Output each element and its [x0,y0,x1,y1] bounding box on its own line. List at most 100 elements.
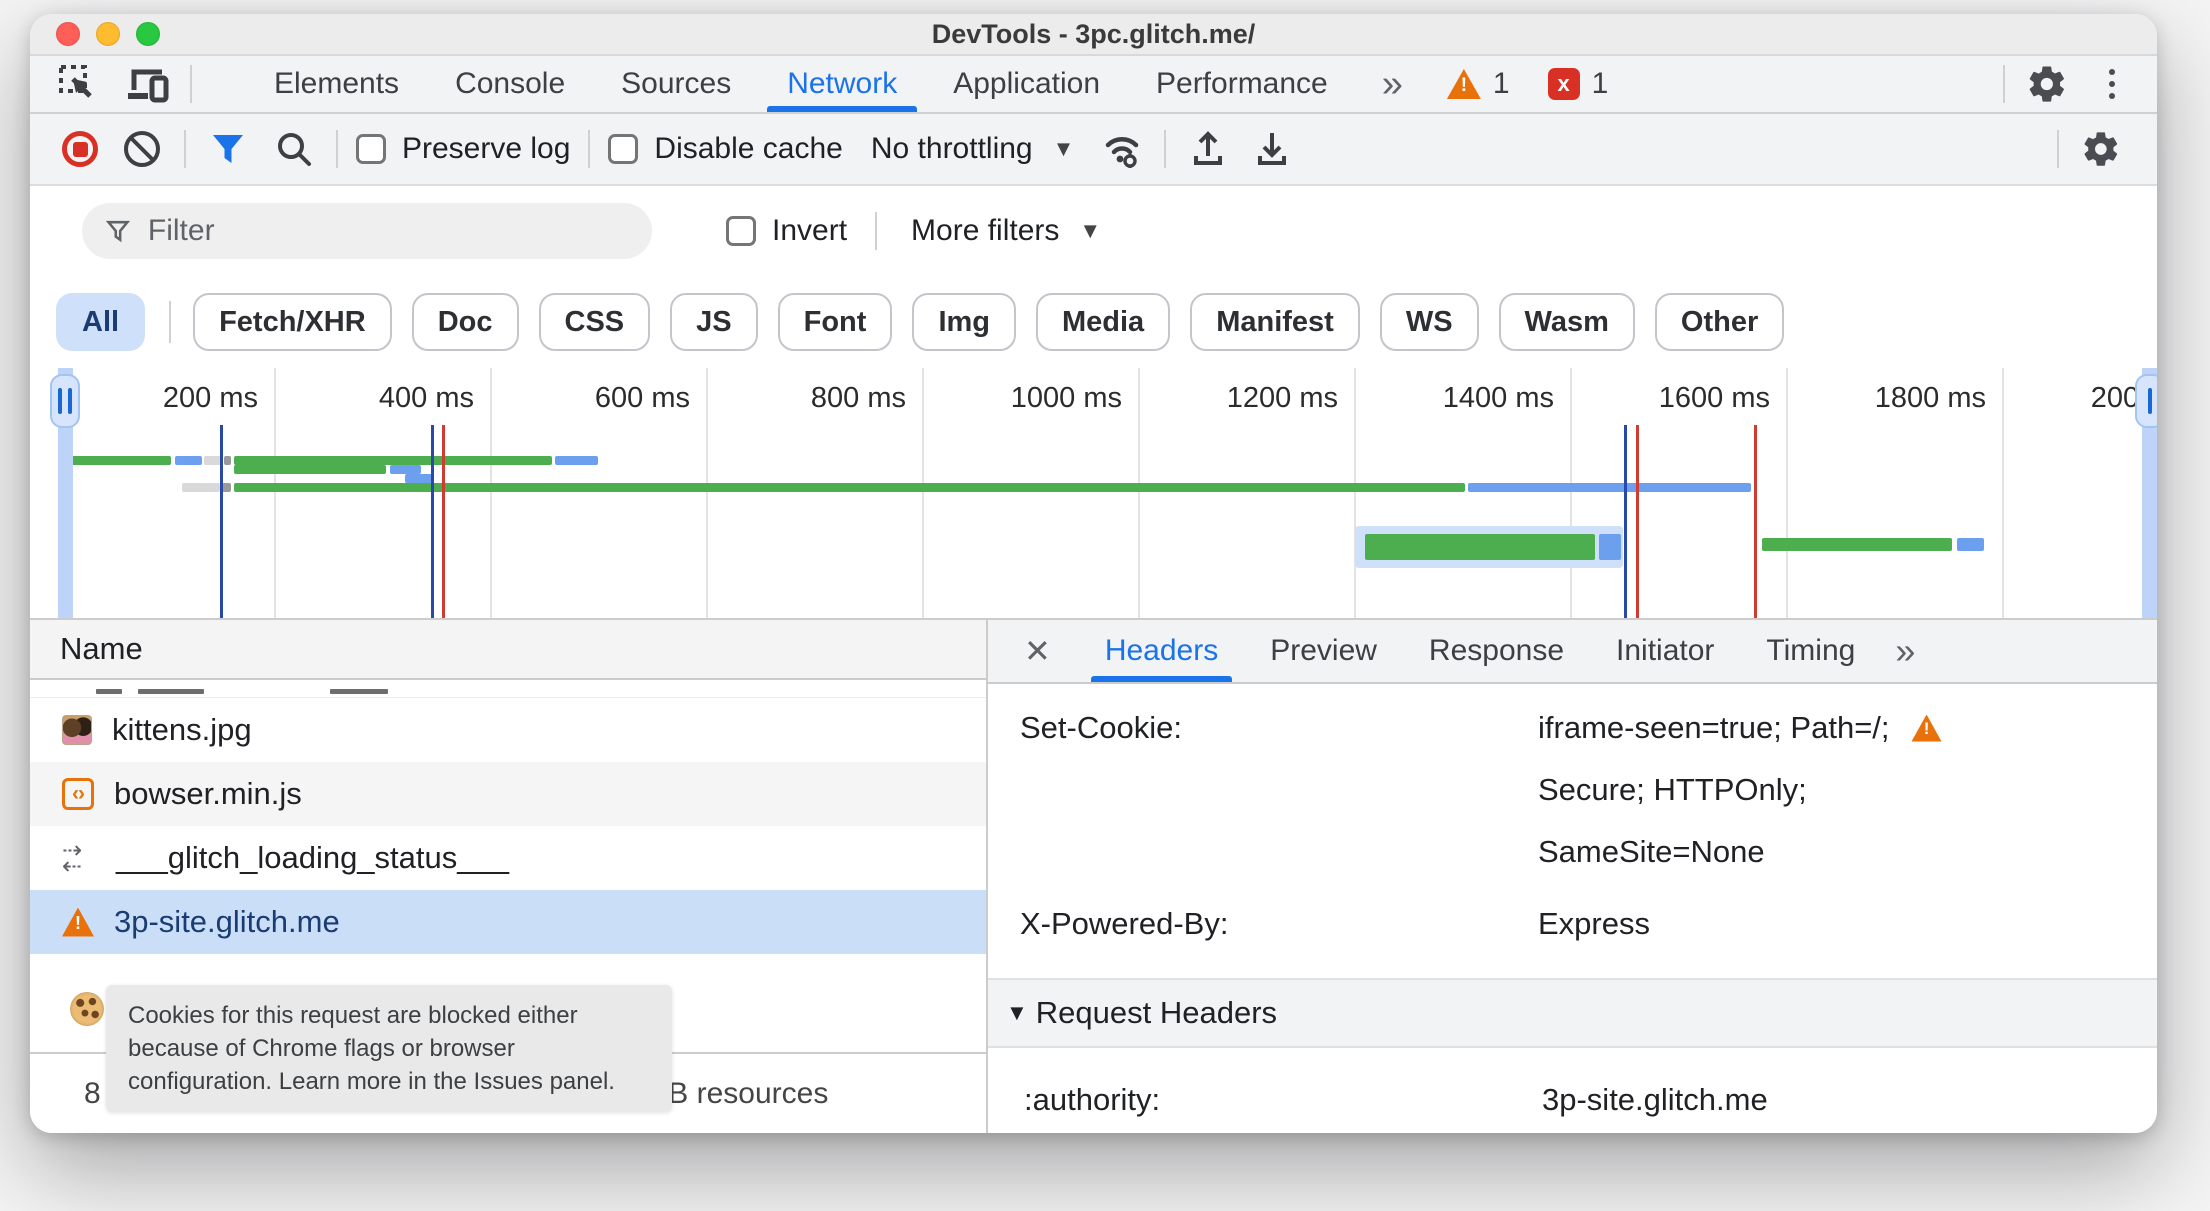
divider [169,301,172,343]
request-row-glitch-loading-status[interactable]: ⇢ ⇠ ___glitch_loading_status___ [30,826,986,890]
tab-performance[interactable]: Performance [1128,56,1356,112]
timeline-tick-label: 1200 ms [1226,382,1338,414]
request-headers-section-header[interactable]: ▼ Request Headers [988,980,2157,1048]
close-details-icon[interactable]: ✕ [1024,632,1051,670]
resource-filter-chip-manifest[interactable]: Manifest [1190,293,1360,351]
cookie-icon [70,992,104,1026]
waterfall-bar [224,456,231,465]
resource-filter-chip-fetch-xhr[interactable]: Fetch/XHR [193,293,392,351]
import-har-icon[interactable] [1184,125,1232,173]
more-filters-dropdown[interactable]: More filters ▼ [911,214,1101,248]
resource-filter-chip-js[interactable]: JS [670,293,758,351]
response-header-row: X-Powered-By: Express [988,906,2157,968]
resource-filter-chip-css[interactable]: CSS [538,293,651,351]
clipped-request-row [30,680,986,698]
overview-right-grip[interactable] [2135,374,2157,428]
record-network-log-button[interactable] [56,125,104,173]
tab-network[interactable]: Network [759,56,925,112]
chevron-down-icon: ▼ [1052,136,1075,161]
header-value-text: SameSite=None [1538,834,1765,869]
tab-application[interactable]: Application [925,56,1128,112]
details-tab-preview[interactable]: Preview [1244,620,1403,682]
disable-cache-label: Disable cache [654,132,843,165]
request-table-pane: Name kittens.jpg ‹› bowser.min.js ⇢ ⇠ ___glit… [30,620,988,1133]
device-toolbar-icon[interactable] [124,60,172,108]
request-row-kittens-jpg[interactable]: kittens.jpg [30,698,986,762]
resource-filter-chip-font[interactable]: Font [777,293,893,351]
domcontentloaded-event-line [220,425,223,618]
header-value: iframe-seen=true; Path=/;! Secure; HTTPOn… [1538,710,2157,896]
request-row-bowser-min-js[interactable]: ‹› bowser.min.js [30,762,986,826]
resource-type-filter-row: All Fetch/XHR Doc CSS JS Font Img Media Manifest… [30,276,2157,368]
request-name: bowser.min.js [114,776,302,811]
tab-elements[interactable]: Elements [246,56,427,112]
details-tab-response[interactable]: Response [1403,620,1590,682]
more-panels-icon[interactable]: » [1382,63,1403,106]
resource-filter-chip-wasm[interactable]: Wasm [1498,293,1635,351]
timeline-tick-label: 600 ms [594,382,690,414]
devtools-window: DevTools - 3pc.glitch.me/ Elements Consol… [30,14,2157,1133]
more-detail-tabs-icon[interactable]: » [1895,630,1915,672]
resource-filter-chip-doc[interactable]: Doc [411,293,519,351]
header-value-text: Express [1538,906,1650,941]
details-tab-headers[interactable]: Headers [1079,620,1244,682]
preserve-log-checkbox[interactable] [356,134,386,164]
timeline-tick-label: 1400 ms [1442,382,1554,414]
invert-label: Invert [772,214,848,247]
tab-console[interactable]: Console [427,56,593,112]
details-tab-strip: ✕ Headers Preview Response Initiator Timing … [988,620,2157,684]
load-event-line [442,425,446,618]
blocked-cookies-tooltip: Cookies for this request are blocked eit… [106,985,672,1112]
filter-input[interactable] [147,214,628,248]
network-settings-gear-icon[interactable] [2077,125,2125,173]
resource-filter-chip-other[interactable]: Other [1654,293,1785,351]
waterfall-bar [174,456,202,465]
panel-tabs: Elements Console Sources Network Application… [246,56,1356,112]
overview-left-grip[interactable] [50,374,80,428]
details-tab-initiator[interactable]: Initiator [1590,620,1740,682]
network-toolbar: Preserve log Disable cache No throttling… [30,114,2157,186]
waterfall-bar [234,465,387,474]
issues-warning-badge[interactable]: ! 1 [1446,67,1510,101]
window-title: DevTools - 3pc.glitch.me/ [931,18,1256,49]
filter-input-pill[interactable] [82,203,652,259]
waterfall-bar [389,465,421,474]
network-conditions-icon[interactable] [1098,125,1146,173]
console-error-badge[interactable]: x 1 [1547,67,1608,101]
header-value-text: iframe-seen=true; Path=/; [1538,710,1890,745]
network-overview-timeline[interactable]: 200 ms 400 ms 600 ms 800 ms 1000 ms 1200 ms 14… [30,368,2157,620]
waterfall-bar [1599,534,1621,560]
disclosure-triangle-icon: ▼ [1006,1000,1028,1025]
waterfall-bar [234,456,552,465]
header-value-line: SameSite=None [1538,834,2157,870]
warning-icon[interactable]: ! [1911,714,1942,742]
filter-icon[interactable] [204,125,252,173]
resource-filter-chip-all[interactable]: All [56,293,146,351]
header-value-line: Secure; HTTPOnly; [1538,772,2157,808]
throttling-select[interactable]: No throttling ▼ [871,132,1075,166]
export-har-icon[interactable] [1248,125,1296,173]
filter-funnel-icon [106,220,130,243]
search-icon[interactable] [270,125,318,173]
resource-filter-chip-img[interactable]: Img [912,293,1016,351]
disable-cache-checkbox[interactable] [608,134,639,164]
tab-sources[interactable]: Sources [593,56,759,112]
settings-gear-icon[interactable] [2023,60,2071,108]
details-tab-timing[interactable]: Timing [1740,620,1881,682]
divider [2003,65,2005,103]
divider [875,212,878,250]
request-row-3p-site-glitch-me[interactable]: ! 3p-site.glitch.me [30,890,986,954]
resource-filter-chip-ws[interactable]: WS [1379,293,1479,351]
kebab-menu-icon[interactable] [2101,69,2123,99]
inspect-element-icon[interactable] [54,60,102,108]
divider [588,130,591,168]
fetch-xhr-icon: ⇢ ⇠ [62,836,83,880]
header-value-line: Express [1538,906,2157,942]
preserve-log-label: Preserve log [402,132,571,165]
resource-filter-chip-media[interactable]: Media [1036,293,1171,351]
invert-checkbox[interactable] [726,216,756,246]
request-name: ___glitch_loading_status___ [116,840,509,875]
clear-network-log-button[interactable] [118,125,166,173]
waterfall-bar [1956,538,1984,551]
name-column-header[interactable]: Name [30,620,986,680]
